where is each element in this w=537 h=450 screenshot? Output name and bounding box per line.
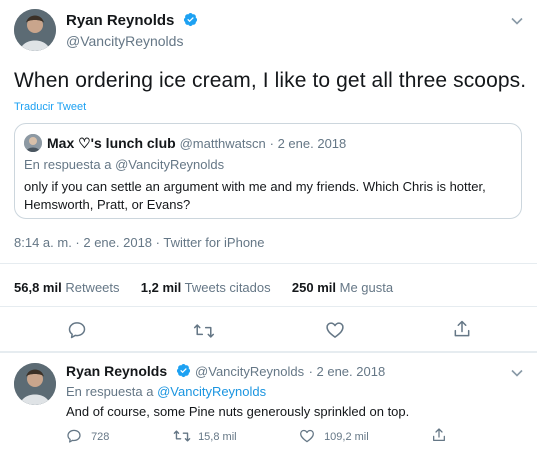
likes-stat[interactable]: 250 mil Me gusta: [292, 280, 393, 295]
reply-text: And of course, some Pine nuts generously…: [66, 404, 410, 419]
quoted-author-avatar: [24, 134, 42, 152]
author-name-text[interactable]: Ryan Reynolds: [66, 12, 174, 29]
author-name[interactable]: Ryan Reynolds: [66, 12, 198, 29]
author-avatar[interactable]: [14, 9, 56, 51]
reply-date[interactable]: · 2 ene. 2018: [309, 364, 386, 379]
quoted-text-line-1: only if you can settle an argument with …: [24, 179, 486, 194]
like-count: 109,2 mil: [324, 431, 369, 443]
share-icon[interactable]: [431, 427, 447, 443]
quotes-stat[interactable]: 1,2 mil Tweets citados: [141, 280, 274, 295]
quoted-tweet-card[interactable]: Max ♡'s lunch club @matthwatscn · 2 ene.…: [14, 123, 522, 219]
divider: [0, 351, 537, 353]
reply-author-handle[interactable]: @VancityReynolds: [195, 364, 304, 379]
retweet-icon[interactable]: [193, 321, 215, 341]
translate-tweet-link[interactable]: Traducir Tweet: [14, 101, 86, 113]
quotes-count: 1,2 mil: [140, 280, 182, 295]
reply-reply-to: En respuesta a @VancityReynolds: [66, 384, 266, 399]
quotes-label: Tweets citados: [184, 280, 271, 295]
reply-author-avatar[interactable]: [14, 363, 56, 405]
quoted-header: Max ♡'s lunch club @matthwatscn · 2 ene.…: [47, 135, 346, 152]
heart-icon[interactable]: [325, 320, 345, 340]
author-handle[interactable]: @VancityReynolds: [66, 33, 183, 49]
quoted-reply-to: En respuesta a @VancityReynolds: [24, 157, 224, 172]
quoted-reply-to-prefix: En respuesta a: [24, 157, 112, 172]
retweet-icon: [173, 430, 191, 442]
tweet-text: When ordering ice cream, I like to get a…: [14, 69, 527, 92]
chevron-down-icon[interactable]: [510, 366, 524, 380]
chevron-down-icon[interactable]: [510, 14, 524, 28]
retweet-count: 15,8 mil: [198, 431, 237, 443]
tweet-timestamp[interactable]: 8:14 a. m. · 2 ene. 2018 · Twitter for i…: [14, 235, 265, 250]
reply-action-retweet[interactable]: 15,8 mil: [173, 428, 237, 444]
reply-icon: [67, 429, 81, 443]
reply-to-prefix: En respuesta a: [66, 384, 154, 399]
divider: [0, 263, 537, 264]
avatar-photo: [14, 9, 56, 51]
share-icon[interactable]: [452, 319, 472, 339]
quoted-author-name: Max ♡'s lunch club: [47, 135, 176, 151]
stats-row: 56,8 mil Retweets 1,2 mil Tweets citados…: [14, 280, 393, 295]
retweets-label: Retweets: [65, 280, 120, 295]
divider: [0, 306, 537, 307]
verified-badge-icon: [183, 12, 197, 27]
reply-header: Ryan Reynolds @VancityReynolds · 2 ene. …: [66, 363, 385, 381]
likes-label: Me gusta: [339, 280, 394, 295]
reply-author-name[interactable]: Ryan Reynolds: [66, 363, 167, 379]
quoted-text-line-2: Hemsworth, Pratt, or Evans?: [24, 197, 191, 212]
quoted-reply-to-handle: @VancityReynolds: [115, 157, 225, 172]
quoted-author-handle: @matthwatscn: [179, 136, 266, 151]
heart-icon: [300, 429, 314, 443]
reply-action-reply[interactable]: 728: [66, 428, 109, 444]
reply-count: 728: [91, 431, 110, 443]
reply-icon[interactable]: [67, 320, 87, 340]
reply-to-handle-link[interactable]: @VancityReynolds: [157, 384, 266, 399]
avatar-photo: [14, 363, 56, 405]
retweets-count: 56,8 mil: [14, 280, 62, 295]
quoted-date: · 2 ene. 2018: [269, 136, 347, 151]
reply-action-like[interactable]: 109,2 mil: [299, 428, 369, 444]
retweets-stat[interactable]: 56,8 mil Retweets: [14, 280, 123, 295]
likes-count: 250 mil: [291, 280, 336, 295]
verified-badge-icon: [176, 363, 190, 378]
